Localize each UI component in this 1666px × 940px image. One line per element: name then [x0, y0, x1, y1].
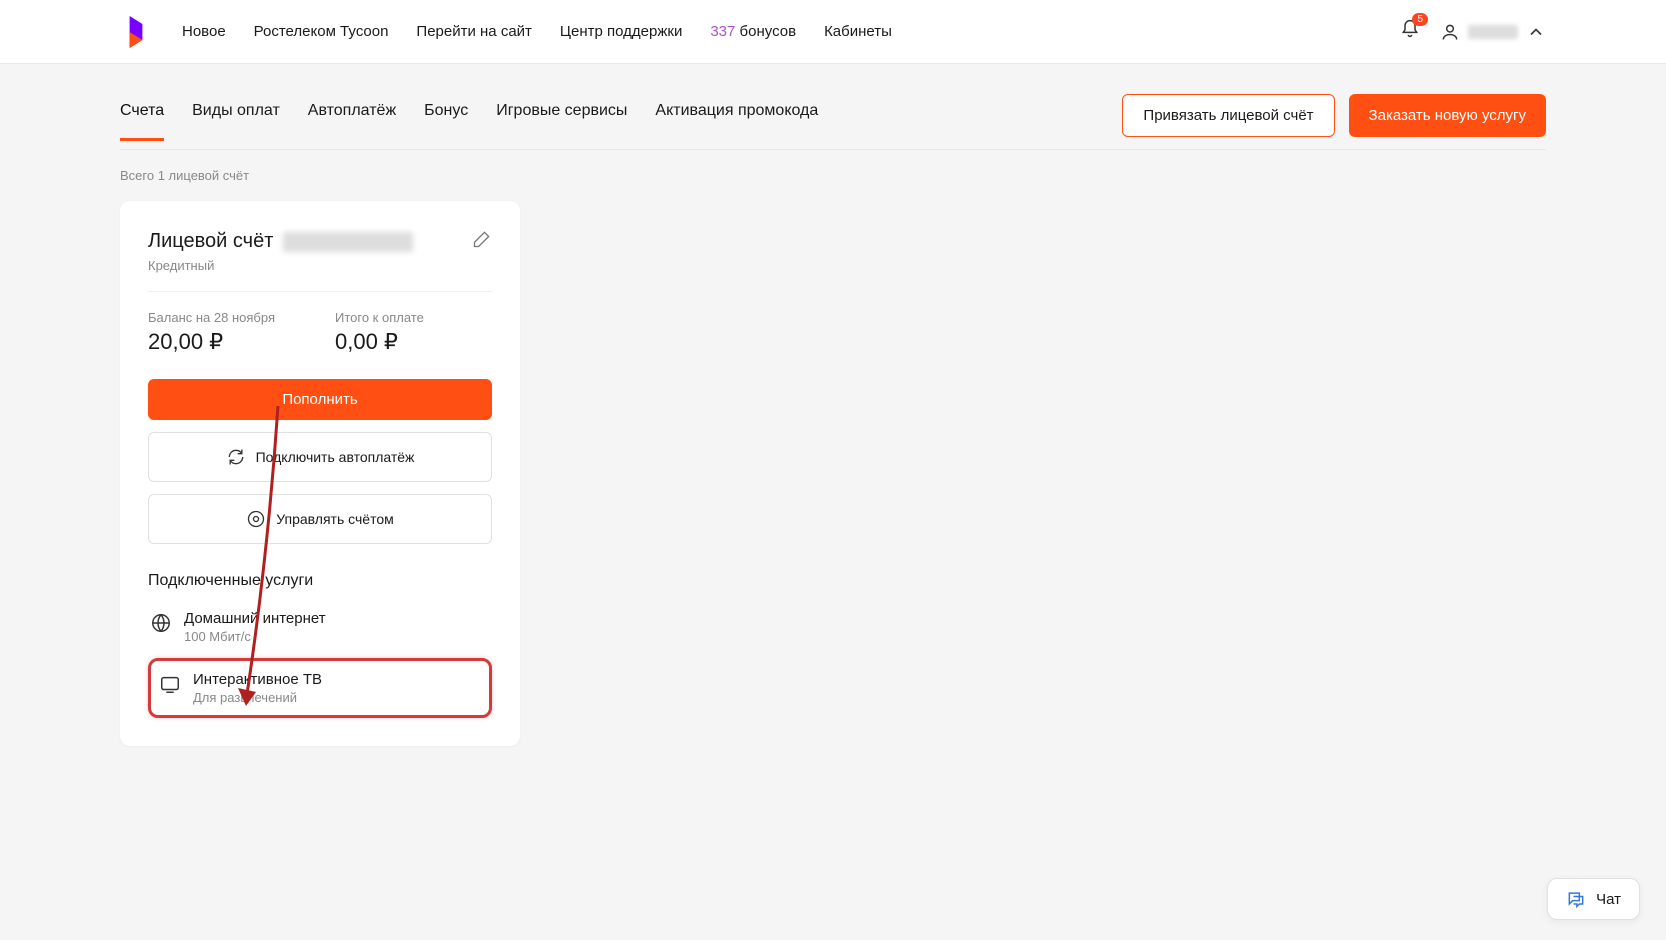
- chat-icon: [1566, 889, 1586, 909]
- manage-label: Управлять счётом: [276, 511, 393, 527]
- account-title: Лицевой счёт: [148, 230, 273, 253]
- account-type: Кредитный: [148, 258, 492, 273]
- order-service-button[interactable]: Заказать новую услугу: [1349, 94, 1546, 137]
- globe-icon: [150, 612, 172, 634]
- tab-promo[interactable]: Активация промокода: [655, 102, 818, 141]
- balance-label: Баланс на 28 ноября: [148, 310, 275, 325]
- due-value: 0,00 ₽: [335, 329, 424, 355]
- tab-gaming[interactable]: Игровые сервисы: [496, 102, 627, 141]
- notification-badge: 5: [1412, 13, 1428, 26]
- nav-new[interactable]: Новое: [182, 23, 226, 40]
- notifications-button[interactable]: 5: [1400, 19, 1420, 44]
- service-desc: Для развлечений: [193, 690, 322, 705]
- main-nav: Новое Ростелеком Tycoon Перейти на сайт …: [182, 23, 1400, 40]
- sub-header: Счета Виды оплат Автоплатёж Бонус Игровы…: [120, 64, 1546, 150]
- logo[interactable]: [120, 16, 152, 48]
- pencil-icon: [472, 229, 492, 249]
- service-tv[interactable]: Интерактивное ТВ Для развлечений: [148, 658, 492, 718]
- nav-cabinets[interactable]: Кабинеты: [824, 23, 892, 40]
- service-name: Интерактивное ТВ: [193, 671, 322, 688]
- balance-value: 20,00 ₽: [148, 329, 275, 355]
- link-account-button[interactable]: Привязать лицевой счёт: [1122, 94, 1334, 137]
- gear-icon: [246, 509, 266, 529]
- refresh-icon: [226, 447, 246, 467]
- tab-accounts[interactable]: Счета: [120, 102, 164, 141]
- edit-button[interactable]: [472, 229, 492, 254]
- services-title: Подключенные услуги: [148, 572, 492, 590]
- tabs: Счета Виды оплат Автоплатёж Бонус Игровы…: [120, 102, 1122, 141]
- tv-icon: [159, 673, 181, 695]
- username: [1468, 25, 1518, 39]
- nav-bonus[interactable]: 337 бонусов: [710, 23, 796, 40]
- tab-autopay[interactable]: Автоплатёж: [308, 102, 396, 141]
- topup-button[interactable]: Пополнить: [148, 379, 492, 420]
- user-icon: [1440, 22, 1460, 42]
- chat-button[interactable]: Чат: [1547, 878, 1640, 920]
- chat-label: Чат: [1596, 891, 1621, 908]
- tab-payments[interactable]: Виды оплат: [192, 102, 280, 141]
- account-number: [283, 232, 413, 252]
- nav-support[interactable]: Центр поддержки: [560, 23, 682, 40]
- top-header: Новое Ростелеком Tycoon Перейти на сайт …: [0, 0, 1666, 64]
- service-internet[interactable]: Домашний интернет 100 Мбит/с: [148, 604, 492, 650]
- accounts-summary: Всего 1 лицевой счёт: [120, 150, 1546, 201]
- manage-box[interactable]: Управлять счётом: [148, 494, 492, 544]
- service-desc: 100 Мбит/с: [184, 629, 326, 644]
- nav-tycoon[interactable]: Ростелеком Tycoon: [254, 23, 389, 40]
- tab-bonus[interactable]: Бонус: [424, 102, 468, 141]
- profile-menu[interactable]: [1440, 22, 1546, 42]
- autopay-box[interactable]: Подключить автоплатёж: [148, 432, 492, 482]
- nav-site[interactable]: Перейти на сайт: [416, 23, 532, 40]
- account-card: Лицевой счёт Кредитный Баланс на 28 нояб…: [120, 201, 520, 746]
- autopay-label: Подключить автоплатёж: [256, 449, 415, 465]
- chevron-up-icon: [1526, 22, 1546, 42]
- service-name: Домашний интернет: [184, 610, 326, 627]
- due-label: Итого к оплате: [335, 310, 424, 325]
